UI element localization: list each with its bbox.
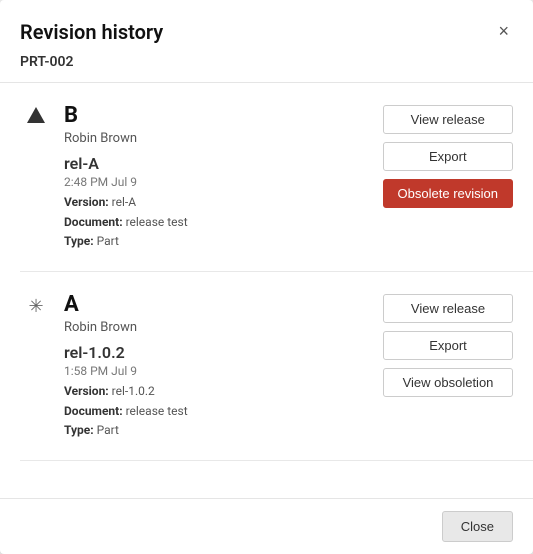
revision-item-a: ✳ A Robin Brown rel-1.0.2 1:58 PM Jul 9 … (20, 272, 533, 461)
modal-footer: Close (0, 498, 533, 554)
revision-time-a: 1:58 PM Jul 9 (64, 364, 371, 378)
modal-subtitle: PRT-002 (0, 54, 533, 82)
close-x-button[interactable]: × (494, 20, 513, 42)
export-button-b[interactable]: Export (383, 142, 513, 171)
revision-content-a: A Robin Brown rel-1.0.2 1:58 PM Jul 9 Ve… (64, 292, 371, 440)
view-release-button-b[interactable]: View release (383, 105, 513, 134)
revision-time-b: 2:48 PM Jul 9 (64, 175, 371, 189)
revision-rel-b: rel-A (64, 154, 371, 173)
revision-letter-b: B (64, 103, 371, 129)
modal-body: B Robin Brown rel-A 2:48 PM Jul 9 Versio… (0, 82, 533, 498)
revision-content-b: B Robin Brown rel-A 2:48 PM Jul 9 Versio… (64, 103, 371, 251)
revision-icon-b (20, 103, 52, 123)
close-footer-button[interactable]: Close (442, 511, 513, 542)
view-obsoletion-button-a[interactable]: View obsoletion (383, 368, 513, 397)
obsolete-triangle-icon: ✳ (28, 296, 43, 317)
view-release-button-a[interactable]: View release (383, 294, 513, 323)
revision-actions-b: View release Export Obsolete revision (383, 103, 533, 208)
export-button-a[interactable]: Export (383, 331, 513, 360)
revision-actions-a: View release Export View obsoletion (383, 292, 533, 397)
revision-letter-a: A (64, 292, 371, 318)
revision-icon-a: ✳ (20, 292, 52, 317)
revision-meta-a: Version: rel-1.0.2 Document: release tes… (64, 382, 371, 440)
revision-rel-a: rel-1.0.2 (64, 343, 371, 362)
revision-history-modal: Revision history × PRT-002 B Robin Brown… (0, 0, 533, 554)
modal-title: Revision history (20, 20, 163, 44)
revision-item-b: B Robin Brown rel-A 2:48 PM Jul 9 Versio… (20, 83, 533, 272)
revision-author-b: Robin Brown (64, 131, 371, 146)
triangle-icon (27, 107, 45, 123)
revision-author-a: Robin Brown (64, 320, 371, 335)
obsolete-revision-button-b[interactable]: Obsolete revision (383, 179, 513, 208)
revision-meta-b: Version: rel-A Document: release test Ty… (64, 193, 371, 251)
modal-header: Revision history × (0, 0, 533, 54)
